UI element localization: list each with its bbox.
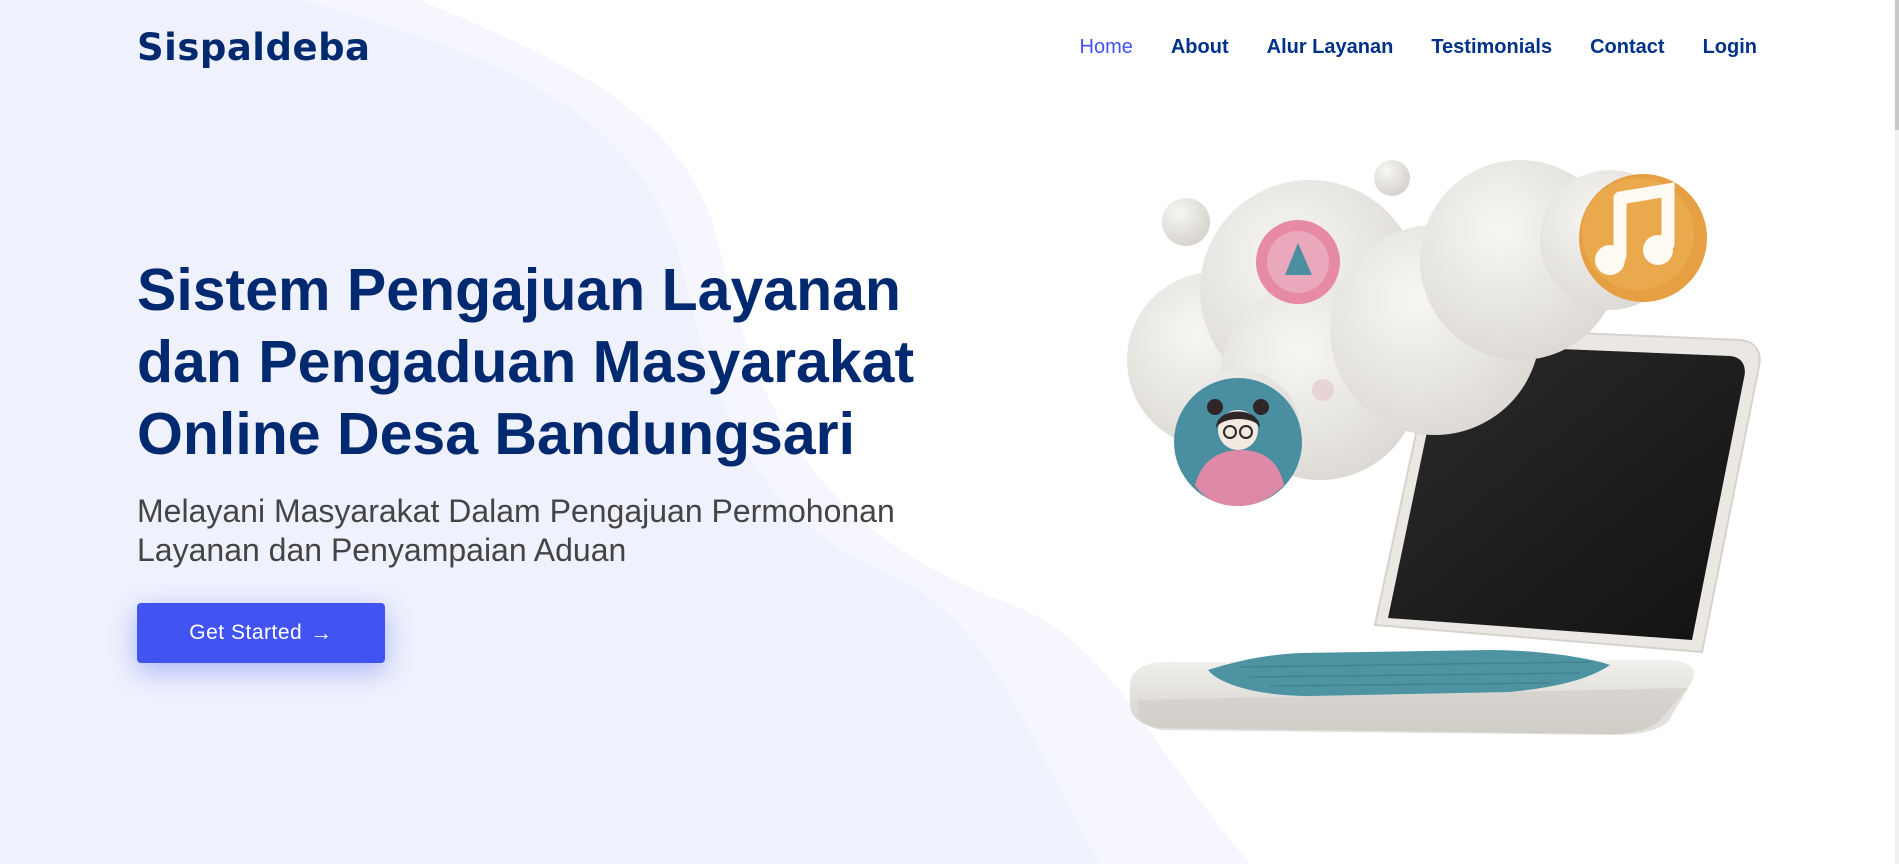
nav-alur-layanan[interactable]: Alur Layanan [1267,36,1394,59]
get-started-button[interactable]: Get Started → [137,603,385,663]
arrow-right-icon: → [310,620,333,645]
hero-title: Sistem Pengajuan Layanan dan Pengaduan M… [137,257,915,467]
site-header: Sispaldeba Home About Alur Layanan Testi… [0,0,1899,98]
play-icon [1256,220,1340,304]
scrollbar[interactable] [1895,0,1899,864]
brand-logo[interactable]: Sispaldeba [137,26,371,69]
avatar-icon [1174,378,1302,506]
main-nav: Home About Alur Layanan Testimonials Con… [1042,36,1758,59]
sphere-decoration [1312,379,1334,401]
nav-about[interactable]: About [1171,36,1229,59]
hero-illustration [1127,160,1761,735]
music-note-icon [1579,174,1707,302]
nav-contact[interactable]: Contact [1590,36,1664,59]
sphere-decoration [1374,160,1410,196]
get-started-label: Get Started [189,621,303,644]
hero-section: Sistem Pengajuan Layanan dan Pengaduan M… [137,254,937,570]
hero-subtitle: Melayani Masyarakat Dalam Pengajuan Perm… [137,493,895,568]
nav-home[interactable]: Home [1080,36,1133,59]
nav-testimonials[interactable]: Testimonials [1431,36,1552,59]
sphere-decoration [1162,198,1210,246]
nav-login[interactable]: Login [1703,36,1757,59]
